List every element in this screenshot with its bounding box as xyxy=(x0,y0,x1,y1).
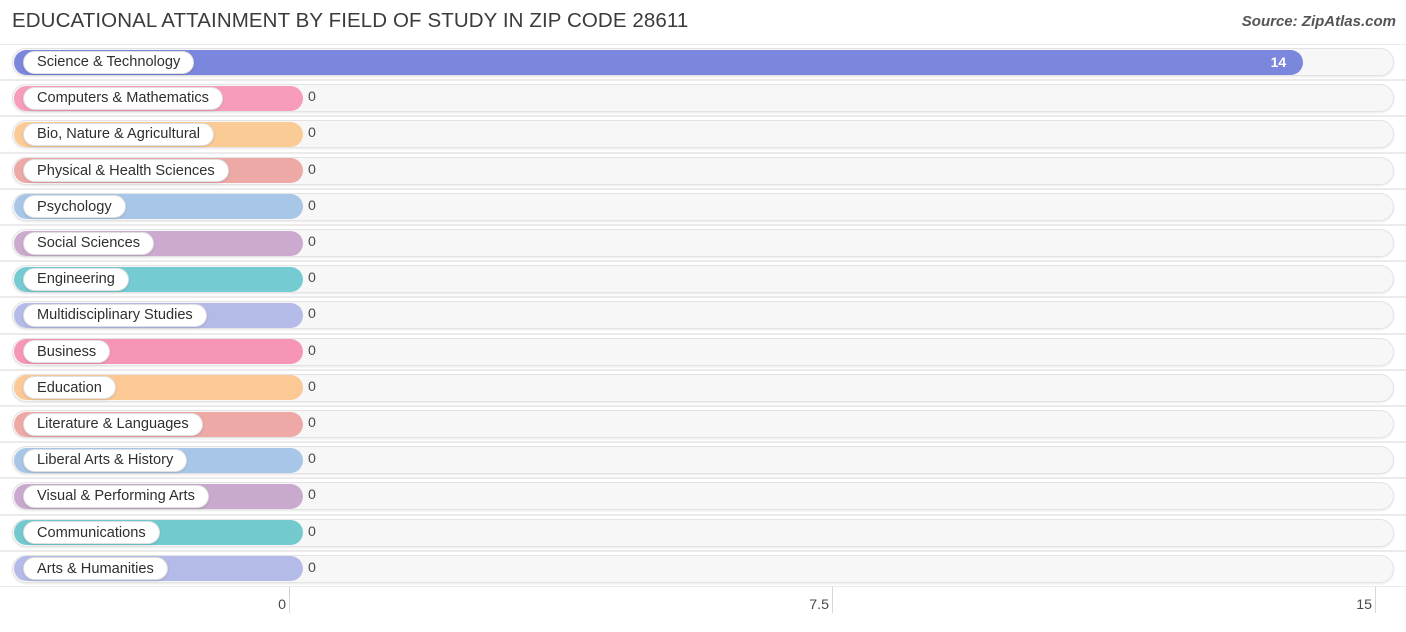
value-label: 0 xyxy=(308,125,316,142)
category-label-pill: Computers & Mathematics xyxy=(23,86,223,110)
value-label: 0 xyxy=(308,487,316,504)
value-label: 0 xyxy=(308,234,316,250)
category-label-pill: Physical & Health Sciences xyxy=(23,159,229,183)
chart-row: Education 0 xyxy=(0,369,1406,406)
chart-row: Psychology 0 xyxy=(0,188,1406,225)
chart-row: Business 0 xyxy=(0,333,1406,370)
chart-row: Bio, Nature & Agricultural 0 xyxy=(0,116,1406,153)
category-label: Visual & Performing Arts xyxy=(37,488,195,505)
category-label: Communications xyxy=(37,524,146,541)
category-label: Business xyxy=(37,343,97,360)
axis-tick-label: 7.5 xyxy=(809,597,829,613)
category-label-pill: Literature & Languages xyxy=(23,412,203,436)
chart-row: Arts & Humanities 0 xyxy=(0,550,1406,587)
category-label-pill: Communications xyxy=(23,521,160,545)
value-label: 0 xyxy=(308,161,316,178)
category-label: Psychology xyxy=(37,198,112,215)
x-axis: 0 7.5 15 xyxy=(0,596,1406,632)
category-label: Computers & Mathematics xyxy=(37,90,209,107)
category-label-pill: Science & Technology xyxy=(23,50,195,74)
axis-tick-mark xyxy=(832,596,833,613)
axis-tick-mark xyxy=(1375,596,1376,613)
value-bar[interactable] xyxy=(14,49,1303,75)
category-label: Literature & Languages xyxy=(37,416,189,432)
category-label: Liberal Arts & History xyxy=(37,452,174,469)
axis-tick-label: 0 xyxy=(278,597,286,613)
category-label-pill: Engineering xyxy=(23,267,129,291)
chart-row: Physical & Health Sciences 0 xyxy=(0,152,1406,189)
value-label: 0 xyxy=(308,415,316,431)
value-label: 0 xyxy=(308,523,316,540)
value-label: 0 xyxy=(308,451,316,468)
category-label: Science & Technology xyxy=(37,54,181,70)
category-label: Social Sciences xyxy=(37,235,141,251)
value-label: 0 xyxy=(308,342,316,359)
chart-header: EDUCATIONAL ATTAINMENT BY FIELD OF STUDY… xyxy=(0,0,1406,44)
value-label: 0 xyxy=(308,270,316,287)
category-label-pill: Bio, Nature & Agricultural xyxy=(23,122,215,146)
value-label: 0 xyxy=(308,378,316,395)
value-label: 0 xyxy=(308,306,316,323)
category-label: Engineering xyxy=(37,271,115,288)
category-label: Bio, Nature & Agricultural xyxy=(37,126,201,143)
category-label-pill: Social Sciences xyxy=(23,231,155,255)
category-label-pill: Arts & Humanities xyxy=(23,557,168,581)
category-label-pill: Liberal Arts & History xyxy=(23,448,188,472)
category-label-pill: Education xyxy=(23,376,116,400)
value-label: 0 xyxy=(308,197,316,214)
category-label-pill: Visual & Performing Arts xyxy=(23,484,209,508)
category-label: Arts & Humanities xyxy=(37,560,154,577)
chart-row: Multidisciplinary Studies 0 xyxy=(0,297,1406,334)
value-label: 0 xyxy=(308,559,316,576)
value-label: 14 xyxy=(1270,53,1287,70)
axis-tick-label: 15 xyxy=(1356,597,1372,613)
chart-row: Communications 0 xyxy=(0,514,1406,551)
category-label-pill: Psychology xyxy=(23,195,126,219)
source-attribution: Source: ZipAtlas.com xyxy=(1241,13,1396,30)
page-title: EDUCATIONAL ATTAINMENT BY FIELD OF STUDY… xyxy=(12,9,689,32)
chart-row: Social Sciences 0 xyxy=(0,225,1406,262)
chart-row: Computers & Mathematics 0 xyxy=(0,80,1406,117)
category-label: Education xyxy=(37,379,102,396)
chart-row: Engineering 0 xyxy=(0,261,1406,298)
category-label: Physical & Health Sciences xyxy=(37,162,215,179)
chart-plot-area: Science & Technology 14 Computers & Mathem… xyxy=(0,44,1406,596)
chart-row: Science & Technology 14 xyxy=(0,44,1406,81)
category-label-pill: Business xyxy=(23,340,111,364)
category-label-pill: Multidisciplinary Studies xyxy=(23,303,207,327)
axis-tick-mark xyxy=(289,596,290,613)
value-label: 0 xyxy=(308,89,316,106)
chart-row: Literature & Languages 0 xyxy=(0,406,1406,443)
chart-row: Visual & Performing Arts 0 xyxy=(0,478,1406,515)
chart-row: Liberal Arts & History 0 xyxy=(0,442,1406,479)
category-label: Multidisciplinary Studies xyxy=(37,307,193,324)
